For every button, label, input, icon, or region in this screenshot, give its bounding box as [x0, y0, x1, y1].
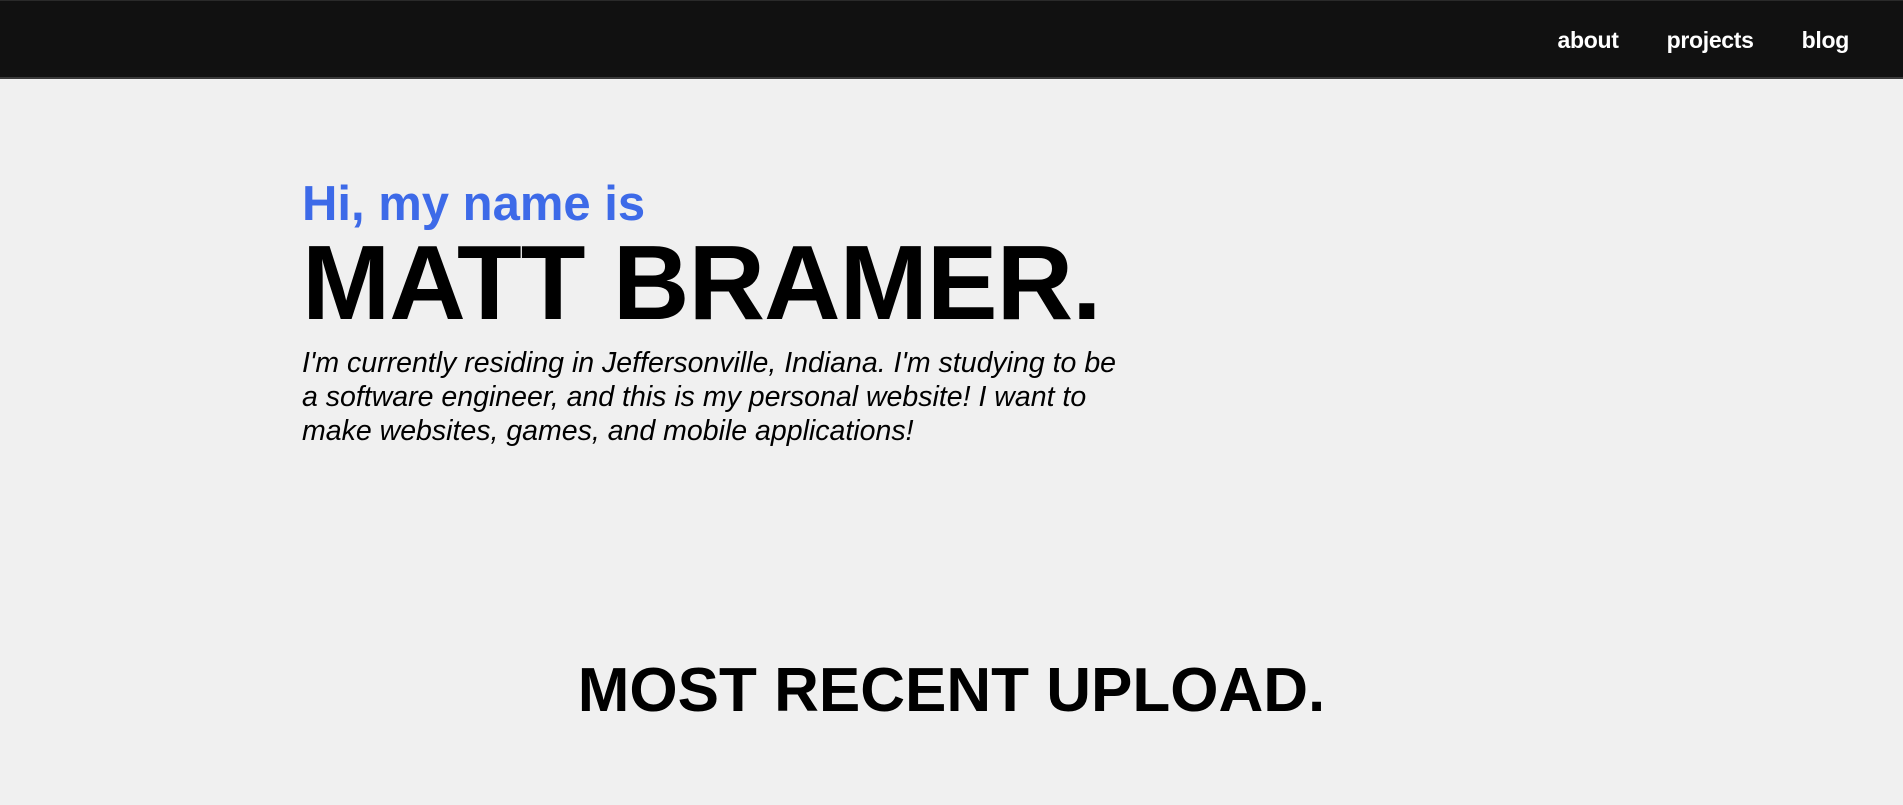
- nav-link-about[interactable]: about: [1557, 27, 1618, 54]
- hero-section: Hi, my name is MATT BRAMER. I'm currentl…: [302, 177, 1122, 448]
- nav-link-blog[interactable]: blog: [1802, 27, 1850, 54]
- top-navbar: about projects blog: [0, 0, 1903, 79]
- nav-link-projects[interactable]: projects: [1667, 27, 1754, 54]
- bio-paragraph: I'm currently residing in Jeffersonville…: [302, 346, 1117, 447]
- name-heading: MATT BRAMER.: [302, 223, 1102, 342]
- nav-links: about projects blog: [1557, 1, 1849, 80]
- most-recent-upload-heading: MOST RECENT UPLOAD.: [577, 656, 1326, 725]
